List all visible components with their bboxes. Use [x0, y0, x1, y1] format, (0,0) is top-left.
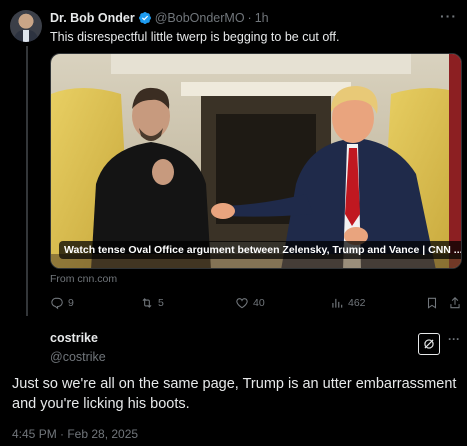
retweet-icon	[142, 298, 152, 308]
reply-timestamp[interactable]: 4:45 PM · Feb 28, 2025	[12, 427, 138, 441]
views-button[interactable]: 462	[330, 296, 366, 310]
views-count: 462	[348, 297, 366, 309]
like-count: 40	[253, 297, 265, 309]
share-icon	[450, 297, 460, 309]
reply-author-name[interactable]: costrike	[50, 331, 106, 345]
separator-dot: ·	[247, 11, 252, 25]
bookmark-icon	[427, 297, 437, 309]
author-handle[interactable]: @BobOnderMO	[155, 11, 245, 25]
grok-logo-icon[interactable]	[418, 333, 440, 355]
reply-icon	[51, 297, 63, 310]
more-icon[interactable]: ···	[448, 332, 460, 346]
reply-author[interactable]: costrike @costrike	[50, 331, 106, 364]
retweet-count: 5	[158, 297, 164, 309]
author-name[interactable]: Dr. Bob Onder	[50, 11, 135, 25]
media-card[interactable]: Watch tense Oval Office argument between…	[50, 53, 462, 269]
quoted-tweet[interactable]: Dr. Bob Onder @BobOnderMO · 1h ··· This …	[0, 0, 467, 322]
author-avatar[interactable]	[10, 10, 42, 42]
reply-author-handle[interactable]: @costrike	[50, 350, 106, 364]
reply-tweet[interactable]: costrike @costrike ··· Just so we're all…	[0, 322, 467, 446]
tweet-time[interactable]: 1h	[255, 11, 269, 25]
tweet-actions: 9 5 40 462	[50, 296, 462, 314]
reply-button[interactable]: 9	[50, 296, 74, 310]
retweet-button[interactable]: 5	[140, 296, 164, 310]
link-source[interactable]: From cnn.com	[50, 273, 117, 285]
verified-badge-icon	[138, 11, 152, 25]
views-icon	[332, 298, 343, 308]
share-button[interactable]	[448, 296, 466, 310]
reply-count: 9	[68, 297, 74, 309]
media-caption: Watch tense Oval Office argument between…	[64, 244, 462, 256]
media-caption-bar: Watch tense Oval Office argument between…	[59, 241, 462, 259]
media-image	[51, 54, 461, 268]
tweet-text: This disrespectful little twerp is beggi…	[50, 30, 340, 44]
reply-text: Just so we're all on the same page, Trum…	[12, 376, 457, 412]
bookmark-button[interactable]	[425, 296, 443, 310]
tweet-header: Dr. Bob Onder @BobOnderMO · 1h	[50, 10, 269, 26]
like-button[interactable]: 40	[235, 296, 265, 310]
more-icon[interactable]: ···	[440, 8, 457, 24]
like-icon	[236, 298, 248, 309]
